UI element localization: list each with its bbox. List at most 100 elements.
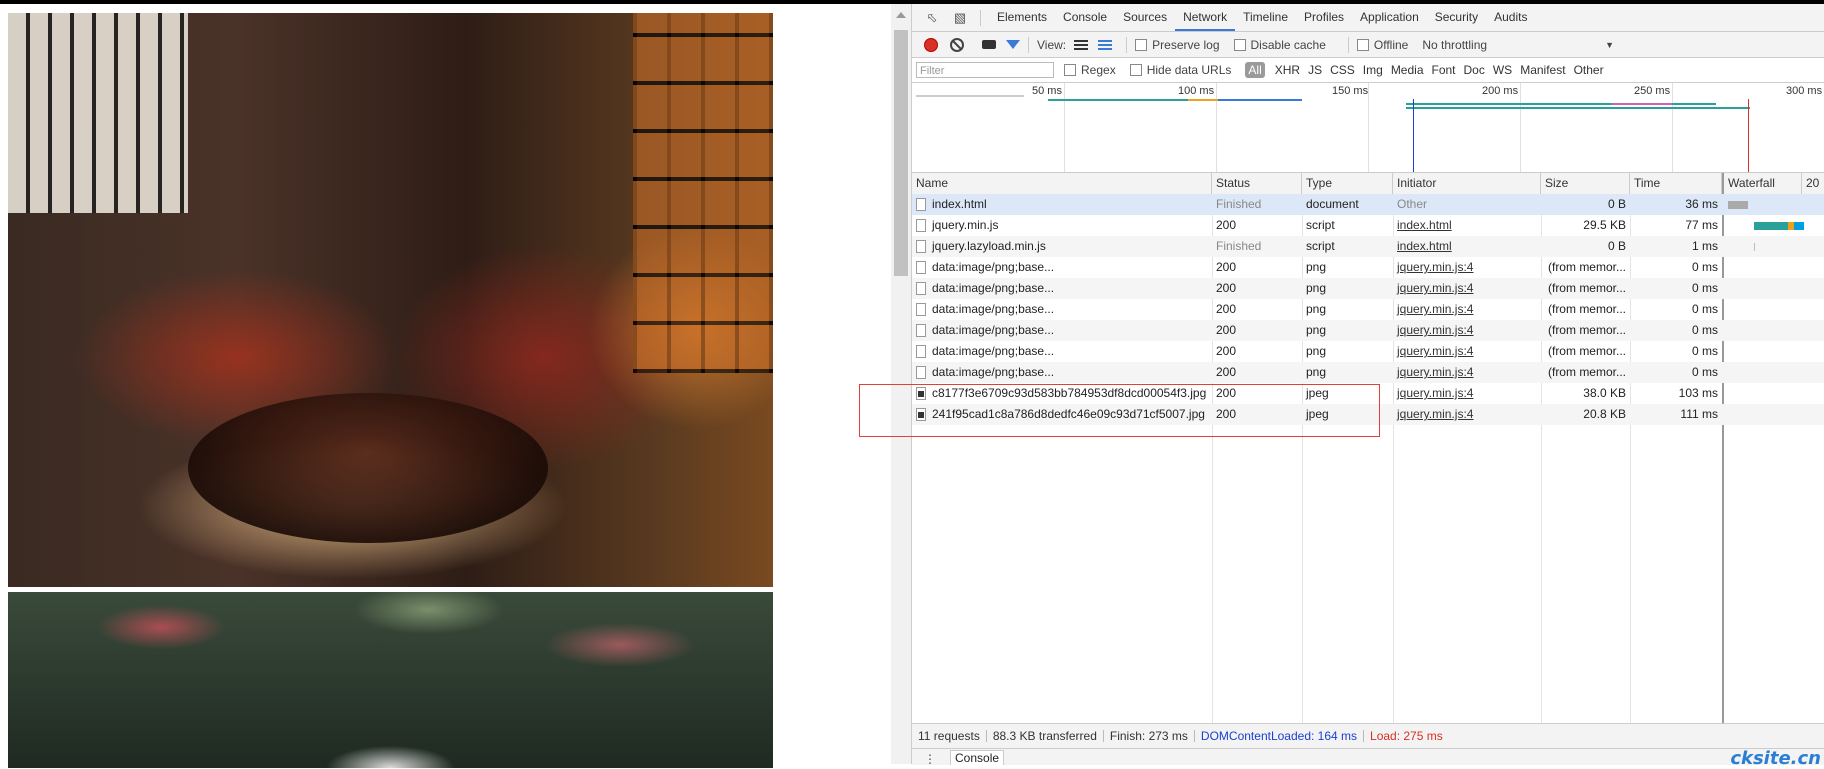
filter-icon[interactable] bbox=[1006, 40, 1020, 49]
tab-application[interactable]: Application bbox=[1352, 4, 1427, 31]
filter-type-css[interactable]: CSS bbox=[1330, 63, 1355, 77]
column-header-size[interactable]: Size bbox=[1541, 173, 1630, 194]
cell-size: (from memor... bbox=[1541, 257, 1630, 278]
filter-type-manifest[interactable]: Manifest bbox=[1520, 63, 1565, 77]
column-header-status[interactable]: Status bbox=[1212, 173, 1302, 194]
filter-type-media[interactable]: Media bbox=[1391, 63, 1424, 77]
table-row[interactable]: index.html Finished document Other 0 B 36 ms bbox=[912, 194, 1824, 215]
table-row[interactable]: data:image/png;base... 200 png jquery.min.j… bbox=[912, 278, 1824, 299]
cell-initiator-text: jquery.min.js:4 bbox=[1397, 386, 1474, 400]
cell-initiator[interactable]: jquery.min.js:4 bbox=[1393, 320, 1541, 341]
cell-initiator[interactable]: jquery.min.js:4 bbox=[1393, 341, 1541, 362]
request-name[interactable]: jquery.lazyload.min.js bbox=[932, 239, 1046, 253]
filter-type-js[interactable]: JS bbox=[1308, 63, 1322, 77]
cell-initiator[interactable]: index.html bbox=[1393, 236, 1541, 257]
tab-security[interactable]: Security bbox=[1427, 4, 1486, 31]
clear-button[interactable] bbox=[950, 37, 964, 52]
request-name[interactable]: data:image/png;base... bbox=[932, 260, 1054, 274]
hide-data-urls-checkbox[interactable]: Hide data URLs bbox=[1129, 63, 1231, 77]
column-header-initiator[interactable]: Initiator bbox=[1393, 173, 1541, 194]
cell-initiator[interactable]: jquery.min.js:4 bbox=[1393, 257, 1541, 278]
filter-type-other[interactable]: Other bbox=[1574, 63, 1604, 77]
cell-time: 111 ms bbox=[1630, 404, 1722, 425]
cell-initiator[interactable]: jquery.min.js:4 bbox=[1393, 362, 1541, 383]
request-name[interactable]: index.html bbox=[932, 197, 987, 211]
overview-bar bbox=[1048, 99, 1198, 101]
checkbox-box[interactable] bbox=[1135, 38, 1148, 51]
table-row[interactable]: data:image/png;base... 200 png jquery.min.j… bbox=[912, 299, 1824, 320]
overview-icon[interactable] bbox=[1098, 39, 1113, 50]
tab-timeline[interactable]: Timeline bbox=[1235, 4, 1296, 31]
request-name[interactable]: jquery.min.js bbox=[932, 218, 998, 232]
cell-initiator[interactable]: jquery.min.js:4 bbox=[1393, 299, 1541, 320]
filter-type-img[interactable]: Img bbox=[1363, 63, 1383, 77]
filter-type-all[interactable]: All bbox=[1245, 62, 1265, 78]
table-row[interactable]: jquery.min.js 200 script index.html 29.5 KB 7… bbox=[912, 215, 1824, 236]
capture-screenshots-icon[interactable] bbox=[982, 40, 996, 49]
request-name[interactable]: data:image/png;base... bbox=[932, 344, 1054, 358]
toolbar-divider bbox=[1347, 36, 1349, 53]
cell-initiator[interactable]: index.html bbox=[1393, 215, 1541, 236]
drawer-menu-icon[interactable]: ⋮ bbox=[924, 753, 936, 765]
network-overview[interactable]: 50 ms 100 ms 150 ms 200 ms 250 ms 300 ms bbox=[912, 83, 1824, 173]
cell-status-text: Finished bbox=[1216, 197, 1262, 211]
cell-time-text: 0 ms bbox=[1691, 365, 1718, 379]
checkbox-box[interactable] bbox=[1233, 38, 1246, 51]
overview-bar bbox=[1188, 99, 1218, 101]
offline-checkbox[interactable]: Offline bbox=[1356, 38, 1408, 52]
filter-type-ws[interactable]: WS bbox=[1493, 63, 1512, 77]
large-rows-icon[interactable] bbox=[1074, 39, 1089, 50]
filter-input[interactable]: Filter bbox=[916, 62, 1054, 78]
cell-initiator-text: jquery.min.js:4 bbox=[1397, 281, 1474, 295]
column-header-time[interactable]: Time bbox=[1630, 173, 1722, 194]
preserve-log-checkbox[interactable]: Preserve log bbox=[1135, 38, 1220, 52]
inspect-element-icon[interactable]: ⬁ bbox=[924, 10, 940, 26]
throttling-select[interactable]: No throttling ▼ bbox=[1422, 38, 1614, 52]
cell-initiator[interactable]: jquery.min.js:4 bbox=[1393, 383, 1541, 404]
cell-initiator[interactable]: jquery.min.js:4 bbox=[1393, 278, 1541, 299]
request-name[interactable]: data:image/png;base... bbox=[932, 323, 1054, 337]
column-header-waterfall[interactable]: Waterfall bbox=[1722, 173, 1802, 194]
filter-type-font[interactable]: Font bbox=[1432, 63, 1456, 77]
overview-gridline bbox=[1216, 83, 1217, 172]
drawer-tab-console[interactable]: Console bbox=[950, 750, 1005, 765]
table-row[interactable]: jquery.lazyload.min.js Finished script inde… bbox=[912, 236, 1824, 257]
disable-cache-checkbox[interactable]: Disable cache bbox=[1233, 38, 1326, 52]
tab-profiles[interactable]: Profiles bbox=[1296, 4, 1352, 31]
request-name[interactable]: data:image/png;base... bbox=[932, 302, 1054, 316]
cell-status-text: Finished bbox=[1216, 239, 1262, 253]
column-header-type[interactable]: Type bbox=[1302, 173, 1393, 194]
network-status-bar: 11 requests 88.3 KB transferred Finish: … bbox=[912, 723, 1824, 748]
cell-initiator[interactable]: jquery.min.js:4 bbox=[1393, 404, 1541, 425]
filter-type-xhr[interactable]: XHR bbox=[1275, 63, 1300, 77]
filter-type-doc[interactable]: Doc bbox=[1464, 63, 1485, 77]
regex-checkbox[interactable]: Regex bbox=[1064, 63, 1116, 77]
scroll-up-arrow-icon[interactable] bbox=[896, 12, 906, 18]
tab-network[interactable]: Network bbox=[1175, 4, 1236, 31]
device-toolbar-icon[interactable]: ▧ bbox=[952, 10, 968, 26]
request-name[interactable]: data:image/png;base... bbox=[932, 281, 1054, 295]
column-header-name[interactable]: Name bbox=[912, 173, 1212, 194]
tab-elements[interactable]: Elements bbox=[989, 4, 1055, 31]
table-row[interactable]: data:image/png;base... 200 png jquery.min.j… bbox=[912, 257, 1824, 278]
tab-audits[interactable]: Audits bbox=[1486, 4, 1535, 31]
tab-sources[interactable]: Sources bbox=[1115, 4, 1175, 31]
cell-initiator-text: index.html bbox=[1397, 218, 1452, 232]
annotation-highlight-box bbox=[859, 384, 1380, 437]
document-icon bbox=[916, 261, 926, 275]
cell-size: (from memor... bbox=[1541, 320, 1630, 341]
table-row[interactable]: data:image/png;base... 200 png jquery.min.j… bbox=[912, 341, 1824, 362]
scrollbar-thumb[interactable] bbox=[894, 30, 908, 276]
cell-time: 0 ms bbox=[1630, 362, 1722, 383]
cell-type-text: document bbox=[1306, 197, 1359, 211]
request-name[interactable]: data:image/png;base... bbox=[932, 365, 1054, 379]
tab-console[interactable]: Console bbox=[1055, 4, 1115, 31]
checkbox-box[interactable] bbox=[1129, 64, 1142, 76]
record-button[interactable] bbox=[924, 37, 938, 52]
checkbox-box[interactable] bbox=[1064, 64, 1076, 76]
table-row[interactable]: data:image/png;base... 200 png jquery.min.j… bbox=[912, 362, 1824, 383]
checkbox-box[interactable] bbox=[1356, 38, 1369, 51]
cell-initiator-text: jquery.min.js:4 bbox=[1397, 260, 1474, 274]
table-row[interactable]: data:image/png;base... 200 png jquery.min.j… bbox=[912, 320, 1824, 341]
cell-size: 0 B bbox=[1541, 194, 1630, 215]
